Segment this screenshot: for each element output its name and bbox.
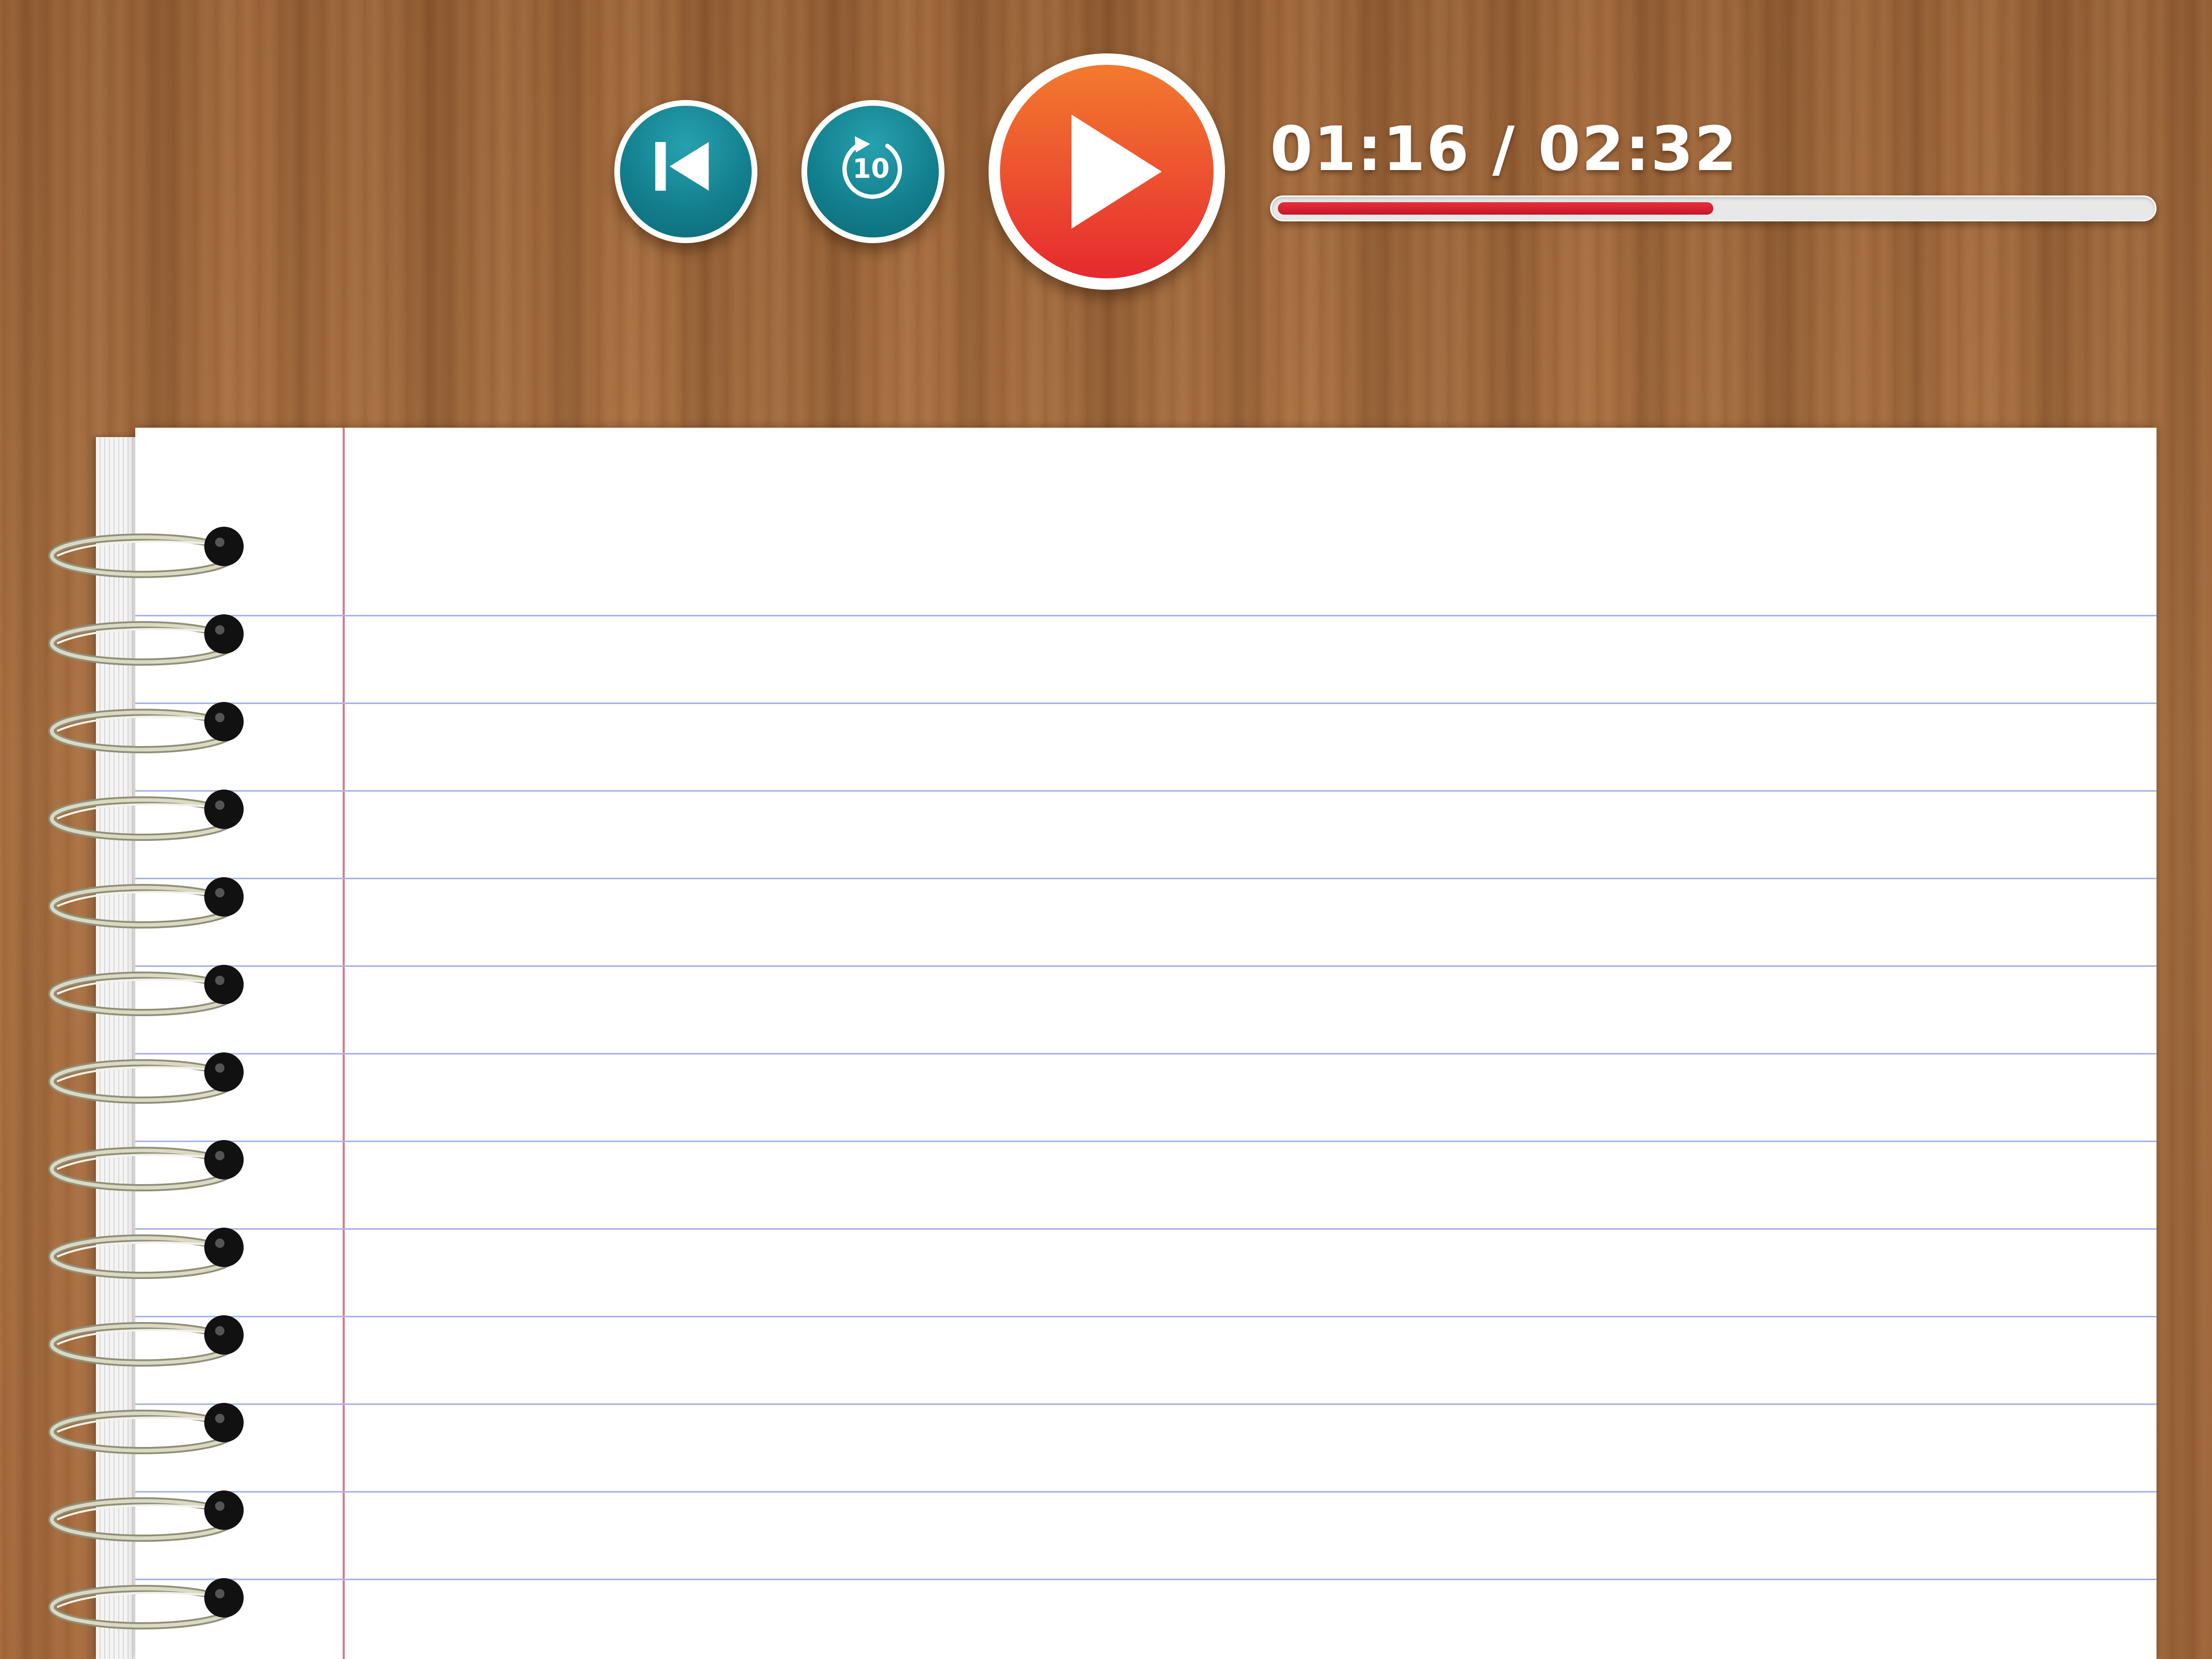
play-button[interactable] [989, 53, 1225, 290]
spiral-ring [41, 606, 311, 673]
play-icon [1072, 115, 1162, 229]
progress-fill [1278, 202, 1713, 215]
spiral-ring [41, 957, 311, 1024]
spiral-ring [41, 1395, 311, 1462]
replay-10-badge: 10 [852, 153, 890, 185]
spiral-ring [41, 869, 311, 936]
notebook-paper [135, 428, 2157, 1659]
notebook [48, 428, 2157, 1659]
spiral-ring [41, 781, 311, 849]
spiral-ring [41, 694, 311, 761]
time-display: 01:16 / 02:32 [1270, 113, 1738, 185]
spiral-ring [41, 1307, 311, 1374]
replay-10-button[interactable]: 10 [801, 100, 945, 243]
spiral-ring [41, 1132, 311, 1199]
skip-back-icon [655, 142, 709, 191]
notebook-writing-area[interactable] [348, 428, 2157, 1659]
skip-back-button[interactable] [614, 100, 757, 243]
spiral-ring [41, 1219, 311, 1287]
margin-line [343, 428, 345, 1659]
spiral-ring [41, 518, 311, 586]
progress-bar[interactable] [1270, 195, 2157, 221]
spiral-binding [41, 428, 311, 1659]
audio-player: 10 01:16 / 02:32 [0, 0, 2212, 332]
replay-10-icon: 10 [842, 136, 903, 199]
spiral-ring [41, 1570, 311, 1637]
spiral-ring [41, 1044, 311, 1112]
spiral-ring [41, 1482, 311, 1550]
